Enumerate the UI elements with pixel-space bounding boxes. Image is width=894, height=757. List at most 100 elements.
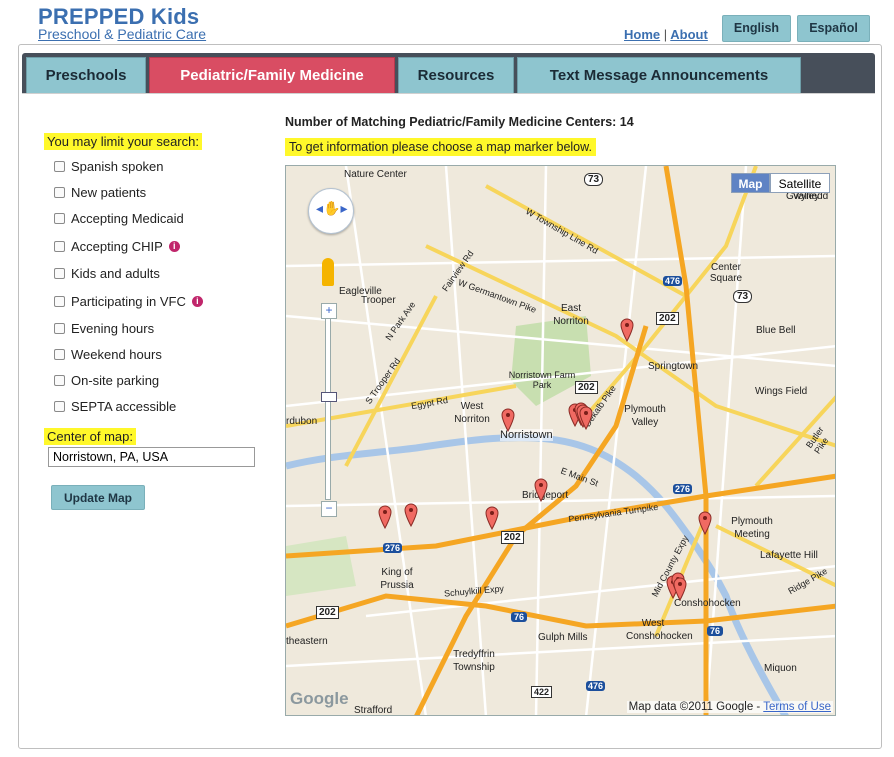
shield-202: 202 (575, 381, 598, 394)
map-label: Nature Center (344, 169, 407, 180)
filter-label: Evening hours (71, 320, 155, 336)
map-label: Strafford (354, 705, 393, 716)
map-label: theastern (286, 636, 328, 647)
map-marker-pin-icon[interactable] (620, 318, 634, 342)
map-label: Center Square (709, 262, 743, 284)
info-icon[interactable]: i (191, 295, 203, 307)
map-marker-pin-icon[interactable] (501, 408, 515, 432)
tab-divider (22, 93, 875, 94)
park-area (286, 536, 356, 596)
shield-73: 73 (584, 173, 604, 186)
link-separator: | (663, 27, 668, 42)
filter-evening-hours[interactable]: Evening hours (54, 320, 154, 336)
subtitle-amp: & (100, 26, 118, 42)
filter-label: SEPTA accessible (71, 398, 177, 414)
map-marker-pin-icon[interactable] (698, 511, 712, 535)
filter-label: Weekend hours (71, 346, 162, 362)
checkbox[interactable] (54, 212, 65, 224)
checkbox[interactable] (54, 240, 65, 252)
filter-on-site-parking[interactable]: On-site parking (54, 372, 159, 388)
tab-resources[interactable]: Resources (398, 57, 514, 93)
map-marker-pin-icon[interactable] (485, 506, 499, 530)
center-of-map-input[interactable] (48, 447, 255, 467)
center-of-map-label: Center of map: (44, 428, 136, 445)
brand-subtitle[interactable]: Preschool & Pediatric Care (38, 26, 206, 42)
espanol-button[interactable]: Español (797, 15, 870, 42)
checkbox[interactable] (54, 400, 65, 412)
filter-new-patients[interactable]: New patients (54, 184, 146, 200)
filter-label: Accepting CHIP (71, 238, 163, 254)
schuylkill-expy (286, 593, 835, 629)
map-label: Miquon (764, 663, 797, 674)
checkbox[interactable] (54, 374, 65, 386)
shield-476: 476 (586, 681, 606, 691)
map-label: Springtown (648, 361, 699, 372)
map-label: rdubon (286, 416, 318, 427)
map-marker-pin-icon[interactable] (378, 505, 392, 529)
terms-of-use-link[interactable]: Terms of Use (763, 701, 831, 713)
filter-label: Spanish spoken (71, 158, 164, 174)
filter-weekend-hours[interactable]: Weekend hours (54, 346, 162, 362)
map-label: Trooper (361, 295, 396, 306)
tab-preschools[interactable]: Preschools (26, 57, 146, 93)
shield-202: 202 (656, 312, 679, 325)
info-icon[interactable]: i (168, 240, 180, 252)
checkbox[interactable] (54, 322, 65, 334)
english-button[interactable]: English (722, 15, 791, 42)
home-link[interactable]: Home (624, 27, 660, 42)
filter-label: Accepting Medicaid (71, 210, 184, 226)
shield-422: 422 (531, 686, 553, 698)
map-label: West Norriton (454, 401, 490, 425)
zoom-slider-handle[interactable] (321, 392, 337, 402)
about-link[interactable]: About (670, 27, 708, 42)
map-label: Wings Field (755, 386, 808, 397)
limit-search-label: You may limit your search: (44, 133, 202, 150)
zoom-slider-track[interactable] (325, 318, 331, 500)
map-marker-pin-icon[interactable] (579, 406, 593, 430)
update-map-button[interactable]: Update Map (51, 485, 145, 510)
map-marker-pin-icon[interactable] (534, 478, 548, 502)
shield-202: 202 (501, 531, 524, 544)
shield-202: 202 (316, 606, 339, 619)
map-attribution: Map data ©2011 Google - Terms of Use (626, 701, 833, 713)
filter-participating-in-vfc[interactable]: Participating in VFC i (54, 293, 203, 309)
subtitle-pediatric: Pediatric Care (117, 26, 207, 42)
map-canvas[interactable]: 73 73 476 202 202 202 276 276 76 76 476 … (285, 165, 836, 716)
map-label: East Norriton (553, 303, 589, 327)
zoom-in-button[interactable]: + (321, 303, 337, 319)
map-marker-pin-icon[interactable] (404, 503, 418, 527)
map-type-map-button[interactable]: Map (731, 173, 770, 193)
zoom-out-button[interactable]: − (321, 501, 337, 517)
map-label: Lafayette Hill (760, 550, 818, 561)
filter-spanish-spoken[interactable]: Spanish spoken (54, 158, 164, 174)
shield-76: 76 (511, 612, 528, 622)
shield-76: 76 (707, 626, 724, 636)
tab-pediatric-family-medicine[interactable]: Pediatric/Family Medicine (149, 57, 395, 93)
map-marker-pin-icon[interactable] (673, 577, 687, 601)
checkbox[interactable] (54, 186, 65, 198)
street-view-pegman-icon[interactable] (322, 258, 334, 286)
filter-accepting-chip[interactable]: Accepting CHIP i (54, 238, 180, 254)
map-type-satellite-button[interactable]: Satellite (770, 173, 830, 193)
instruction-banner: To get information please choose a map m… (285, 138, 596, 156)
filter-kids-and-adults[interactable]: Kids and adults (54, 265, 160, 281)
pan-arrows-icon: ◂✋▸ (316, 200, 348, 216)
map-label: Blue Bell (756, 325, 796, 336)
checkbox[interactable] (54, 160, 65, 172)
filter-label: New patients (71, 184, 147, 200)
checkbox[interactable] (54, 348, 65, 360)
filter-label: Participating in VFC (71, 293, 186, 309)
map-label: Plymouth Meeting (731, 516, 773, 540)
match-count-text: Number of Matching Pediatric/Family Medi… (285, 115, 634, 129)
map-pan-control[interactable]: ◂✋▸ (308, 188, 354, 234)
map-label: West Conshohocken (626, 618, 693, 642)
map-label: Gulph Mills (538, 632, 588, 643)
tab-text-message-announcements[interactable]: Text Message Announcements (517, 57, 801, 93)
filter-accepting-medicaid[interactable]: Accepting Medicaid (54, 210, 184, 226)
shield-276: 276 (673, 484, 693, 494)
checkbox[interactable] (54, 267, 65, 279)
checkbox[interactable] (54, 295, 65, 307)
map-label: Norristown Farm Park (508, 370, 576, 390)
filter-label: Kids and adults (71, 265, 160, 281)
filter-septa-accessible[interactable]: SEPTA accessible (54, 398, 176, 414)
